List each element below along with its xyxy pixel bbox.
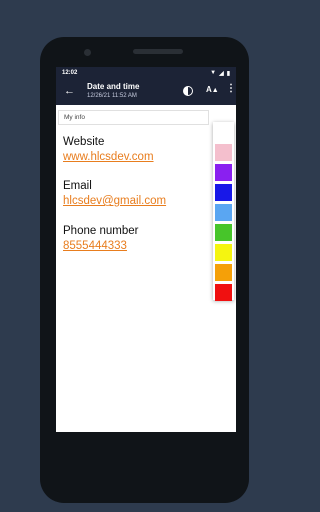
my-info-input[interactable]: My info (58, 110, 209, 125)
brightness-icon[interactable] (183, 86, 193, 96)
signal-icon: ◢ (219, 71, 224, 77)
camera (84, 49, 91, 56)
screen: 12:02 ▼ ◢ ▮ ← Date and time 12/26/21 11:… (56, 67, 236, 432)
app-title: Date and time (87, 82, 140, 91)
bottom-bezel (56, 432, 236, 450)
status-bar: 12:02 ▼ ◢ ▮ (56, 67, 236, 79)
email-link[interactable]: hlcsdev@gmail.com (63, 195, 166, 207)
color-palette (213, 122, 234, 301)
app-subtitle: 12/26/21 11:52 AM (87, 93, 137, 99)
color-swatch[interactable] (215, 264, 232, 281)
color-swatch[interactable] (215, 204, 232, 221)
email-label: Email (63, 180, 92, 192)
website-link[interactable]: www.hlcsdev.com (63, 151, 154, 163)
color-swatch[interactable] (215, 144, 232, 161)
color-swatch[interactable] (215, 184, 232, 201)
battery-icon: ▮ (226, 71, 230, 77)
phone-label: Phone number (63, 225, 139, 237)
website-label: Website (63, 136, 105, 148)
speaker (133, 49, 183, 54)
content: My info Website www.hlcsdev.com Email hl… (56, 105, 236, 432)
app-bar: ← Date and time 12/26/21 11:52 AM A▲ ⋮ (56, 79, 236, 105)
phone-link[interactable]: 8555444333 (63, 240, 127, 252)
color-swatch[interactable] (215, 224, 232, 241)
wifi-icon: ▼ (210, 70, 217, 76)
status-icons: ▼ ◢ ▮ (210, 70, 230, 77)
color-swatch[interactable] (215, 164, 232, 181)
color-swatch[interactable] (215, 244, 232, 261)
more-vert-icon[interactable]: ⋮ (226, 83, 236, 94)
color-swatch[interactable] (215, 124, 232, 141)
back-icon[interactable]: ← (64, 85, 75, 97)
status-time: 12:02 (62, 70, 78, 76)
text-size-icon[interactable]: A▲ (206, 85, 219, 94)
color-swatch[interactable] (215, 284, 232, 301)
